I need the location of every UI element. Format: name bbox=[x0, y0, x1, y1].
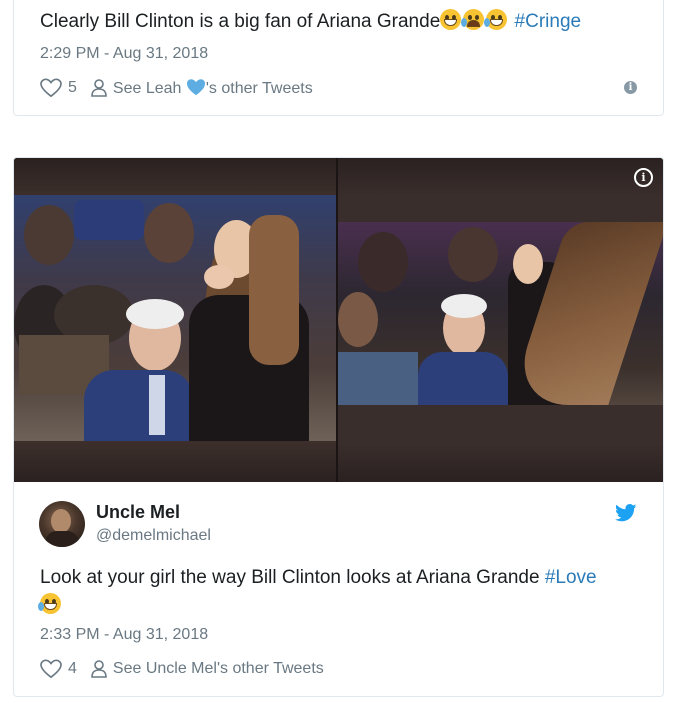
hashtag-love-link[interactable]: #Love bbox=[545, 567, 597, 588]
see-other-prefix: See Leah bbox=[112, 80, 182, 97]
see-other-suffix: 's other Tweets bbox=[205, 80, 313, 97]
twitter-bird-icon[interactable] bbox=[615, 504, 637, 522]
person-icon bbox=[91, 660, 107, 678]
author-handle[interactable]: @demelmichael bbox=[96, 527, 211, 545]
media-photo-right[interactable]: i bbox=[338, 158, 663, 482]
face-with-tears-of-joy-icon bbox=[484, 9, 508, 30]
tweet-card-leah: Clearly Bill Clinton is a big fan of Ari… bbox=[13, 0, 664, 116]
avatar[interactable] bbox=[39, 501, 85, 547]
tweet-actions: 5 See Leah 's other Tweets bbox=[40, 78, 313, 98]
hashtag-cringe-link[interactable]: #Cringe bbox=[515, 11, 582, 32]
like-count: 5 bbox=[68, 79, 77, 96]
photo-scene bbox=[14, 195, 336, 441]
heart-icon[interactable] bbox=[40, 78, 62, 98]
see-other-tweets-link[interactable]: See Leah 's other Tweets bbox=[113, 78, 313, 98]
blue-heart-icon bbox=[186, 79, 205, 96]
heart-icon[interactable] bbox=[40, 659, 62, 679]
author-name[interactable]: Uncle Mel bbox=[96, 502, 180, 523]
photo-scene bbox=[338, 222, 663, 405]
tweet-media[interactable]: i bbox=[14, 158, 663, 482]
loudly-crying-face-icon bbox=[461, 9, 485, 30]
see-other-tweets-link[interactable]: See Uncle Mel's other Tweets bbox=[113, 660, 324, 678]
face-with-tears-of-joy-icon bbox=[38, 593, 61, 614]
grimacing-face-icon bbox=[440, 9, 462, 30]
tweet-body: Clearly Bill Clinton is a big fan of Ari… bbox=[40, 11, 441, 32]
tweet-timestamp[interactable]: 2:33 PM - Aug 31, 2018 bbox=[40, 626, 208, 644]
tweet-card-uncle-mel: i Uncle Mel @demelmichael Look at your g… bbox=[13, 157, 664, 697]
person-icon bbox=[91, 79, 107, 97]
like-count: 4 bbox=[68, 660, 77, 677]
info-icon[interactable]: i bbox=[624, 81, 637, 94]
media-photo-left[interactable] bbox=[14, 158, 336, 482]
tweet-text: Clearly Bill Clinton is a big fan of Ari… bbox=[40, 8, 581, 36]
tweet-body: Look at your girl the way Bill Clinton l… bbox=[40, 567, 540, 588]
tweet-timestamp[interactable]: 2:29 PM - Aug 31, 2018 bbox=[40, 45, 208, 63]
media-info-icon[interactable]: i bbox=[634, 168, 653, 187]
tweet-text: Look at your girl the way Bill Clinton l… bbox=[38, 564, 640, 620]
tweet-actions: 4 See Uncle Mel's other Tweets bbox=[40, 659, 324, 679]
